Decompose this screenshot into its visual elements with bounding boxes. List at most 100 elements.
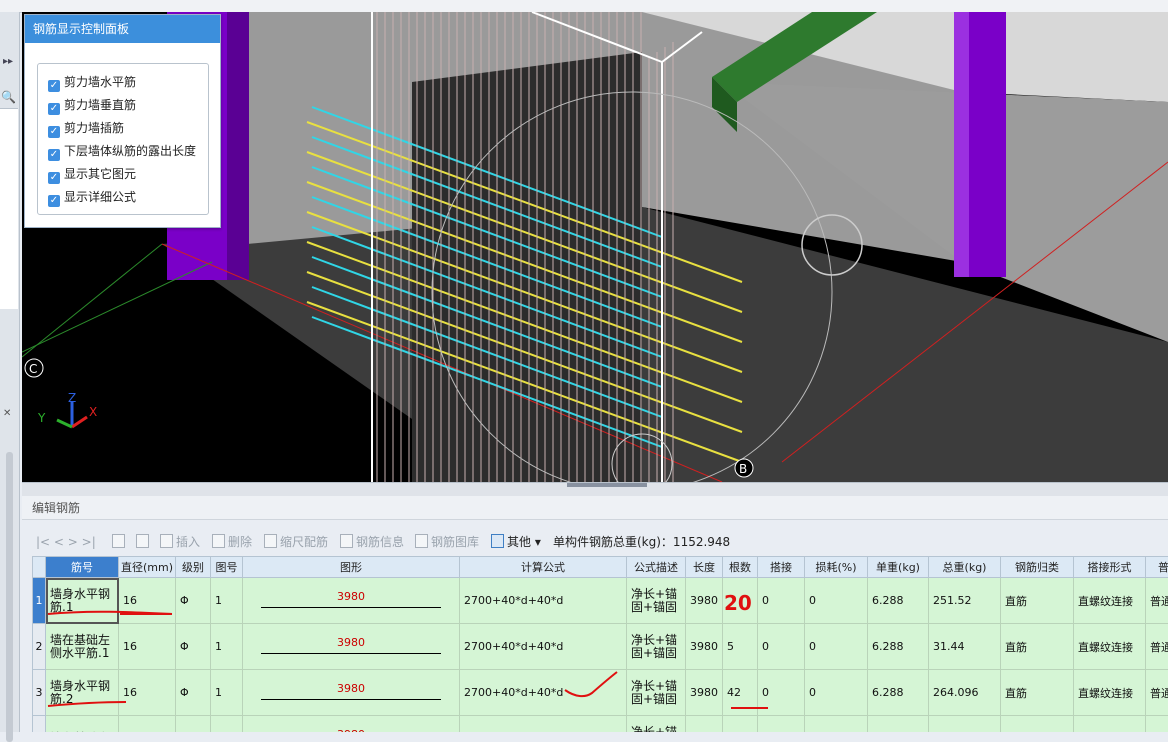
cell-formula[interactable] <box>460 716 627 733</box>
header-length[interactable]: 长度 <box>686 557 723 578</box>
cell-grade[interactable]: Φ <box>176 670 211 716</box>
table-row[interactable]: 2 墙在基础左侧水平筋.1 16 Φ 1 3980 2700+40*d+40*d… <box>33 624 1168 670</box>
cell-figure-no[interactable]: 1 <box>211 670 243 716</box>
cell-category[interactable]: 直筋 <box>1001 578 1074 624</box>
cell-unit-weight[interactable] <box>868 716 929 733</box>
checkbox-checked-icon[interactable]: ✓ <box>48 195 60 207</box>
cell-formula-desc[interactable]: 净长+锚固+锚固 <box>627 670 686 716</box>
cell-formula[interactable]: 2700+40*d+40*d <box>460 578 627 624</box>
cell-formula-desc[interactable]: 净长+锚固 <box>627 716 686 733</box>
expand-chevron-icon[interactable]: ▸▸ <box>3 56 13 67</box>
cell-diameter[interactable] <box>119 716 176 733</box>
cell-formula-desc[interactable]: 净长+锚固+锚固 <box>627 578 686 624</box>
close-icon[interactable]: ✕ <box>3 408 11 419</box>
rebar-library-button[interactable]: 钢筋图库 <box>415 534 479 550</box>
cell-bar-name[interactable]: 墙身水平钢筋.1 <box>46 578 119 624</box>
cell-loss[interactable]: 0 <box>805 578 868 624</box>
header-diameter[interactable]: 直径(mm) <box>119 557 176 578</box>
cell-formula[interactable]: 2700+40*d+40*d <box>460 670 627 716</box>
cell-category[interactable]: 直筋 <box>1001 670 1074 716</box>
option-show-other-elements[interactable]: ✓显示其它图元 <box>48 166 136 182</box>
cell-count[interactable]: 20 <box>723 578 758 624</box>
cell-extra[interactable]: 普通 <box>1146 670 1168 716</box>
cell-figure-no[interactable]: 1 <box>211 624 243 670</box>
cell-bar-name[interactable]: 墙身水平钢筋.2 <box>46 670 119 716</box>
panel-splitter[interactable] <box>22 482 1168 497</box>
cell-loss[interactable]: 0 <box>805 624 868 670</box>
cell-unit-weight[interactable]: 6.288 <box>868 670 929 716</box>
header-extra[interactable]: 普通 <box>1146 557 1168 578</box>
header-formula[interactable]: 计算公式 <box>460 557 627 578</box>
move-down-button[interactable] <box>136 534 152 550</box>
header-figure-no[interactable]: 图号 <box>211 557 243 578</box>
cell-grade[interactable] <box>176 716 211 733</box>
delete-button[interactable]: 删除 <box>212 534 252 550</box>
cell-bar-name[interactable]: 墙在基础左侧水平筋.1 <box>46 624 119 670</box>
cell-length[interactable] <box>686 716 723 733</box>
cell-lap-type[interactable]: 直螺纹连接 <box>1074 716 1146 733</box>
option-lower-wall-exposed-length[interactable]: ✓下层墙体纵筋的露出长度 <box>48 143 196 159</box>
cell-extra[interactable] <box>1146 716 1168 733</box>
checkbox-checked-icon[interactable]: ✓ <box>48 172 60 184</box>
cell-loss[interactable] <box>805 716 868 733</box>
checkbox-checked-icon[interactable]: ✓ <box>48 103 60 115</box>
option-shear-wall-horizontal[interactable]: ✓剪力墙水平筋 <box>48 74 136 90</box>
cell-lap[interactable]: 0 <box>758 624 805 670</box>
insert-button[interactable]: 插入 <box>160 534 200 550</box>
other-dropdown-button[interactable]: 其他 ▾ <box>491 534 541 550</box>
cell-shape[interactable]: 3980 <box>243 670 460 716</box>
cell-lap-type[interactable]: 直螺纹连接 <box>1074 624 1146 670</box>
cell-unit-weight[interactable]: 6.288 <box>868 578 929 624</box>
cell-extra[interactable]: 普通 <box>1146 578 1168 624</box>
cell-diameter[interactable]: 16 <box>119 670 176 716</box>
cell-figure-no[interactable]: 1 <box>211 578 243 624</box>
table-row[interactable]: 4 墙在基础右 3980 净长+锚固 直螺纹连接 <box>33 716 1168 733</box>
scale-config-button[interactable]: 缩尺配筋 <box>264 534 328 550</box>
cell-extra[interactable]: 普通 <box>1146 624 1168 670</box>
header-formula-desc[interactable]: 公式描述 <box>627 557 686 578</box>
header-total-weight[interactable]: 总重(kg) <box>929 557 1001 578</box>
header-loss[interactable]: 损耗(%) <box>805 557 868 578</box>
cell-category[interactable] <box>1001 716 1074 733</box>
cell-length[interactable]: 3980 <box>686 670 723 716</box>
rebar-table-container[interactable]: 筋号 直径(mm) 级别 图号 图形 计算公式 公式描述 长度 根数 搭接 损耗… <box>32 556 1168 732</box>
checkbox-checked-icon[interactable]: ✓ <box>48 126 60 138</box>
row-number[interactable]: 4 <box>33 716 46 733</box>
cell-lap[interactable]: 0 <box>758 578 805 624</box>
cell-lap[interactable]: 0 <box>758 670 805 716</box>
cell-figure-no[interactable] <box>211 716 243 733</box>
checkbox-checked-icon[interactable]: ✓ <box>48 80 60 92</box>
nav-buttons[interactable]: |< < > >| <box>36 534 96 550</box>
cell-lap-type[interactable]: 直螺纹连接 <box>1074 578 1146 624</box>
header-shape[interactable]: 图形 <box>243 557 460 578</box>
checkbox-checked-icon[interactable]: ✓ <box>48 149 60 161</box>
header-count[interactable]: 根数 <box>723 557 758 578</box>
cell-count[interactable]: 5 <box>723 624 758 670</box>
header-unit-weight[interactable]: 单重(kg) <box>868 557 929 578</box>
cell-diameter[interactable]: 16 <box>119 578 176 624</box>
cell-grade[interactable]: Φ <box>176 578 211 624</box>
table-row[interactable]: 3 墙身水平钢筋.2 16 Φ 1 3980 2700+40*d+40*d 净长… <box>33 670 1168 716</box>
cell-total-weight[interactable]: 251.52 <box>929 578 1001 624</box>
cell-length[interactable]: 3980 <box>686 578 723 624</box>
row-number[interactable]: 2 <box>33 624 46 670</box>
cell-lap-type[interactable]: 直螺纹连接 <box>1074 670 1146 716</box>
header-grade[interactable]: 级别 <box>176 557 211 578</box>
cell-category[interactable]: 直筋 <box>1001 624 1074 670</box>
cell-diameter[interactable]: 16 <box>119 624 176 670</box>
header-bar-no[interactable]: 筋号 <box>46 557 119 578</box>
cell-shape[interactable]: 3980 <box>243 624 460 670</box>
option-shear-wall-vertical[interactable]: ✓剪力墙垂直筋 <box>48 97 136 113</box>
cell-count[interactable]: 42 <box>723 670 758 716</box>
cell-unit-weight[interactable]: 6.288 <box>868 624 929 670</box>
cell-shape[interactable]: 3980 <box>243 578 460 624</box>
cell-lap[interactable] <box>758 716 805 733</box>
cell-formula-desc[interactable]: 净长+锚固+锚固 <box>627 624 686 670</box>
left-scrollbar[interactable] <box>6 452 13 742</box>
option-show-detailed-formula[interactable]: ✓显示详细公式 <box>48 189 136 205</box>
cell-loss[interactable]: 0 <box>805 670 868 716</box>
cell-total-weight[interactable]: 264.096 <box>929 670 1001 716</box>
splitter-grip[interactable] <box>567 483 647 487</box>
cell-shape[interactable]: 3980 <box>243 716 460 733</box>
search-icon[interactable]: 🔍 <box>1 90 16 104</box>
